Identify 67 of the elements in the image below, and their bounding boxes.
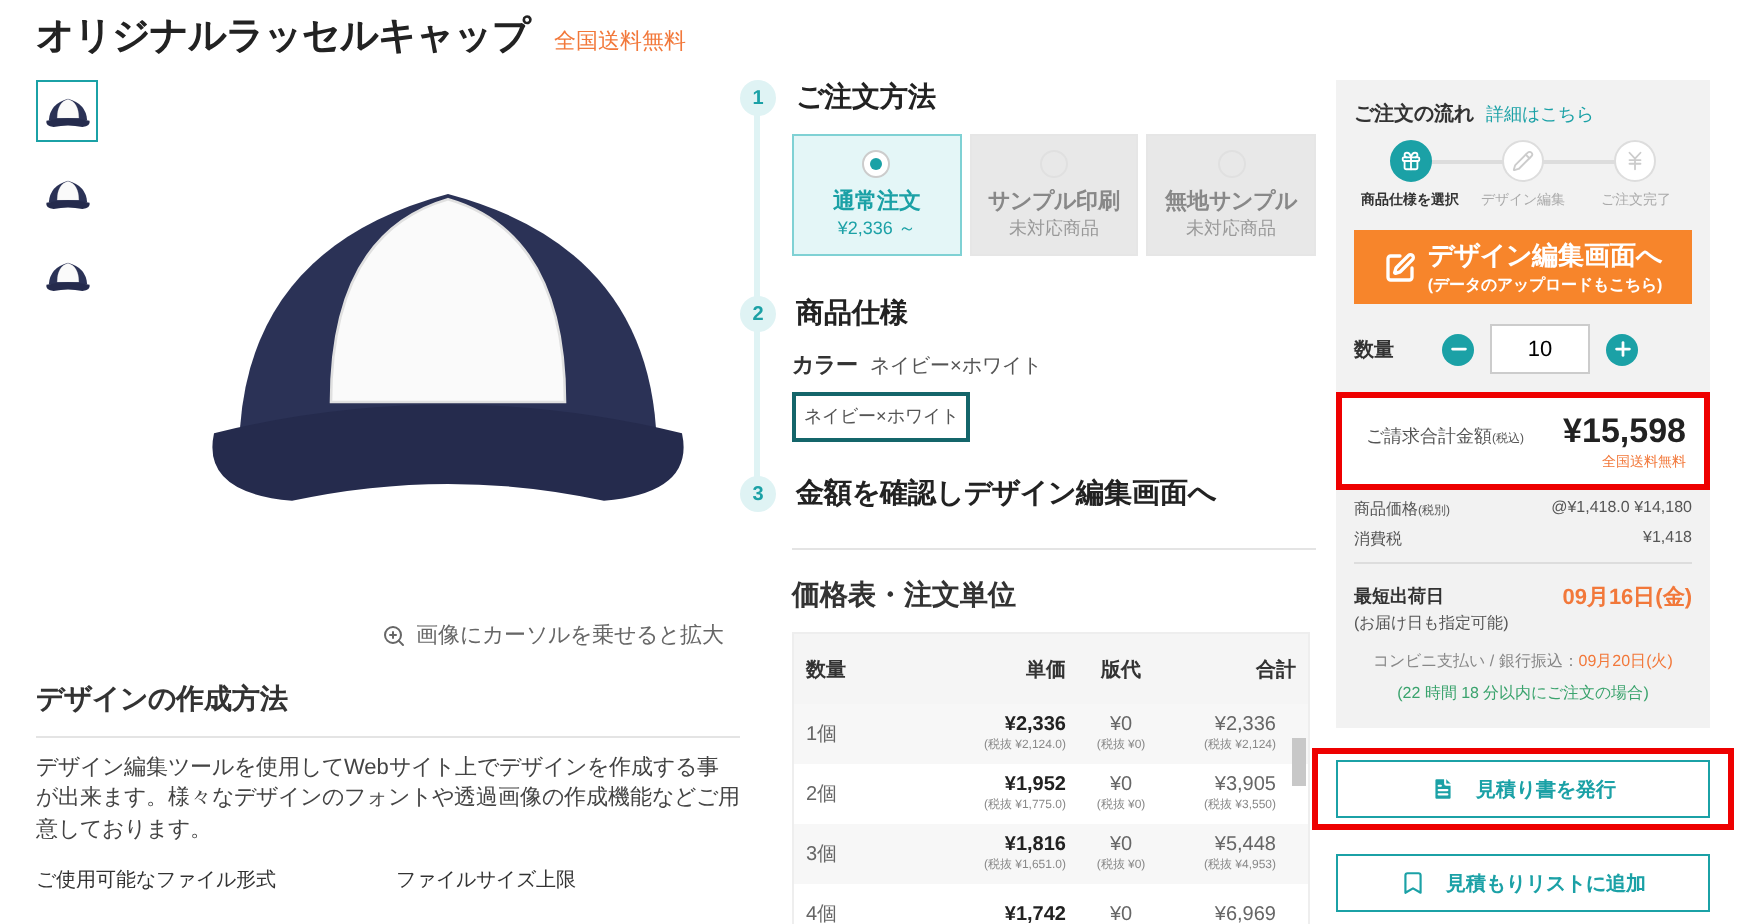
product-title: オリジナルラッセルキャップ <box>36 13 530 62</box>
order-deadline-note: (22 時間 18 分以内にご注文の場合) <box>1395 682 1651 704</box>
item-price-value: @¥1,418.0 ¥14,180 <box>1551 498 1692 520</box>
edit-icon <box>1383 251 1416 283</box>
payment-method-label: コンビニ支払い / 銀行振込： <box>1373 650 1579 672</box>
quantity-cell-text: 3個 <box>806 842 838 868</box>
color-value: ネイビー×ホワイト <box>870 354 1042 380</box>
quantity-cell-text: 1個 <box>806 722 838 748</box>
column-header: 単価 <box>1024 657 1066 683</box>
design-editor-button[interactable]: デザイン編集画面へ (データのアップロードもこちら) <box>1354 230 1692 304</box>
color-label: カラー <box>792 352 858 380</box>
total-amount: ¥15,598 <box>1563 412 1686 452</box>
tax-value: ¥1,418 <box>1643 528 1692 550</box>
zoom-in-icon <box>382 623 406 647</box>
quote-button[interactable]: 見積もりリストに追加 <box>1336 854 1710 912</box>
column-header: 版代 <box>1098 657 1143 683</box>
info-label: ご使用可能なファイル形式 <box>36 867 278 895</box>
ship-date: 09月16日(金) <box>1562 583 1692 612</box>
step-title: ご注文方法 <box>796 80 936 116</box>
description-text: デザイン編集ツールを使用してWebサイト上でデザインを作成する事が出来ます。様々なデザインのフォントや透過画像の作成機能などご用意しております。 <box>36 754 740 846</box>
document-icon <box>1430 776 1456 802</box>
zoom-hint: 画像にカーソルを乗せると拡大 <box>416 622 724 650</box>
unit-price: ¥1,952 <box>1004 774 1066 796</box>
cap-thumbnail-drawing <box>43 93 91 129</box>
quote-button[interactable]: 見積り書を発行 <box>1336 760 1710 818</box>
column-header: 数量 <box>806 657 848 683</box>
cap-thumbnail-drawing <box>43 257 91 293</box>
step-title: 金額を確認しデザイン編集画面へ <box>796 476 1216 512</box>
quantity-cell-text: 2個 <box>806 782 838 808</box>
column-header: 合計 <box>1254 657 1296 683</box>
order-method-option[interactable]: 通常注文 ¥2,336 ～ <box>792 134 962 256</box>
plus-button[interactable] <box>1606 333 1638 365</box>
flow-title: ご注文の流れ <box>1354 100 1474 128</box>
plate-fee: ¥0 <box>1109 834 1133 856</box>
section-heading: デザインの作成方法 <box>36 682 740 738</box>
step-number: 2 <box>740 296 776 332</box>
price-table-heading: 価格表・注文単位 <box>792 578 1018 614</box>
unit-price: ¥2,336 <box>1004 714 1066 736</box>
cap-thumbnail-drawing <box>43 175 91 211</box>
plate-fee: ¥0 <box>1109 903 1133 924</box>
tax-label: 消費税 <box>1354 528 1402 550</box>
quantity-label: 数量 <box>1354 337 1396 363</box>
details-link[interactable]: 詳細はこちら <box>1486 102 1594 128</box>
total-price: ¥2,336 <box>1214 714 1276 736</box>
color-option[interactable]: ネイビー×ホワイト <box>792 392 971 442</box>
free-shipping-label: 全国送料無料 <box>554 28 686 56</box>
quantity-cell-text: 4個 <box>806 902 838 924</box>
info-label: ファイルサイズ上限 <box>396 867 578 895</box>
step-number: 3 <box>740 476 776 512</box>
thumbnail[interactable] <box>36 80 98 142</box>
quantity-input[interactable]: 10 <box>1490 324 1590 374</box>
scrollbar-thumb[interactable] <box>1292 738 1306 786</box>
alt-ship-date: 09月20日(火) <box>1578 650 1673 672</box>
bookmark-icon <box>1400 870 1426 896</box>
plate-fee: ¥0 <box>1109 714 1133 736</box>
step-number: 1 <box>740 80 776 116</box>
minus-button[interactable] <box>1442 333 1474 365</box>
ship-date-label: 最短出荷日 <box>1354 584 1444 610</box>
total-price: ¥5,448 <box>1214 834 1276 856</box>
total-price: ¥6,969 <box>1214 903 1276 924</box>
unit-price: ¥1,816 <box>1004 834 1066 856</box>
total-price: ¥3,905 <box>1214 774 1276 796</box>
unit-price: ¥1,742 <box>1004 903 1066 924</box>
plate-fee: ¥0 <box>1109 774 1133 796</box>
step-title: 商品仕様 <box>796 296 908 332</box>
plus-icon <box>1611 338 1633 360</box>
delivery-note: (お届け日も指定可能) <box>1354 612 1511 634</box>
